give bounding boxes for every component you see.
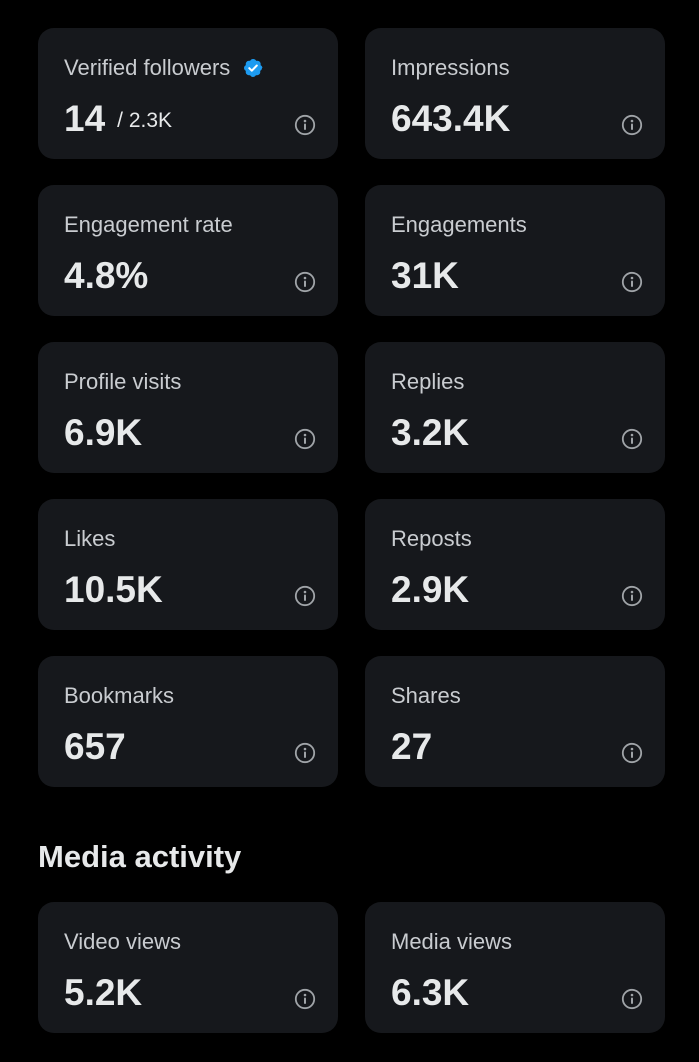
metric-value: 31K [391,255,459,296]
metric-label: Likes [64,526,116,551]
metric-label: Reposts [391,526,472,551]
metric-value: 4.8% [64,255,149,296]
info-circle-icon[interactable] [621,428,643,450]
verified-badge-icon [244,59,263,77]
metric-label: Engagements [391,212,527,237]
metric-card-reposts: Reposts 2.9K [365,499,665,630]
info-circle-icon[interactable] [621,585,643,607]
metric-card-shares: Shares 27 [365,656,665,787]
metric-label: Replies [391,369,465,394]
metric-label: Profile visits [64,369,182,394]
metric-value: 6.9K [64,412,143,453]
info-circle-icon[interactable] [621,114,643,136]
metric-card-replies: Replies 3.2K [365,342,665,473]
metric-value: 2.9K [391,569,470,610]
info-circle-icon[interactable] [621,742,643,764]
info-circle-icon[interactable] [294,585,316,607]
metric-label: Video views [64,929,181,954]
metric-label: Verified followers [64,55,231,80]
info-circle-icon[interactable] [621,271,643,293]
metric-value: 5.2K [64,972,143,1013]
info-circle-icon[interactable] [294,988,316,1010]
metric-card-profile-visits: Profile visits 6.9K [38,342,338,473]
metric-card-verified-followers: Verified followers 14 / 2.3K [38,28,338,159]
section-title-media-activity: Media activity [38,839,242,874]
metric-card-impressions: Impressions 643.4K [365,28,665,159]
metric-card-video-views: Video views 5.2K [38,902,338,1033]
metric-total: / 2.3K [117,109,173,132]
metric-value: 3.2K [391,412,470,453]
metric-value: 643.4K [391,98,511,139]
metric-card-engagement-rate: Engagement rate 4.8% [38,185,338,316]
info-circle-icon[interactable] [294,742,316,764]
metric-label: Media views [391,929,513,954]
metric-value: 6.3K [391,972,470,1013]
metric-label: Engagement rate [64,212,233,237]
metric-label-row: Verified followers [64,55,264,81]
metric-label: Shares [391,683,461,708]
metric-card-bookmarks: Bookmarks 657 [38,656,338,787]
metric-card-engagements: Engagements 31K [365,185,665,316]
metric-label: Bookmarks [64,683,175,708]
metric-card-likes: Likes 10.5K [38,499,338,630]
info-circle-icon[interactable] [294,114,316,136]
metric-card-media-views: Media views 6.3K [365,902,665,1033]
info-circle-icon[interactable] [294,428,316,450]
metric-value: 27 [391,726,433,767]
info-circle-icon[interactable] [294,271,316,293]
metric-value-row: 14 / 2.3K [64,98,172,142]
metric-value: 10.5K [64,569,163,610]
metric-value: 657 [64,726,126,767]
info-circle-icon[interactable] [621,988,643,1010]
metric-value: 14 [64,98,106,139]
metric-label: Impressions [391,55,510,80]
